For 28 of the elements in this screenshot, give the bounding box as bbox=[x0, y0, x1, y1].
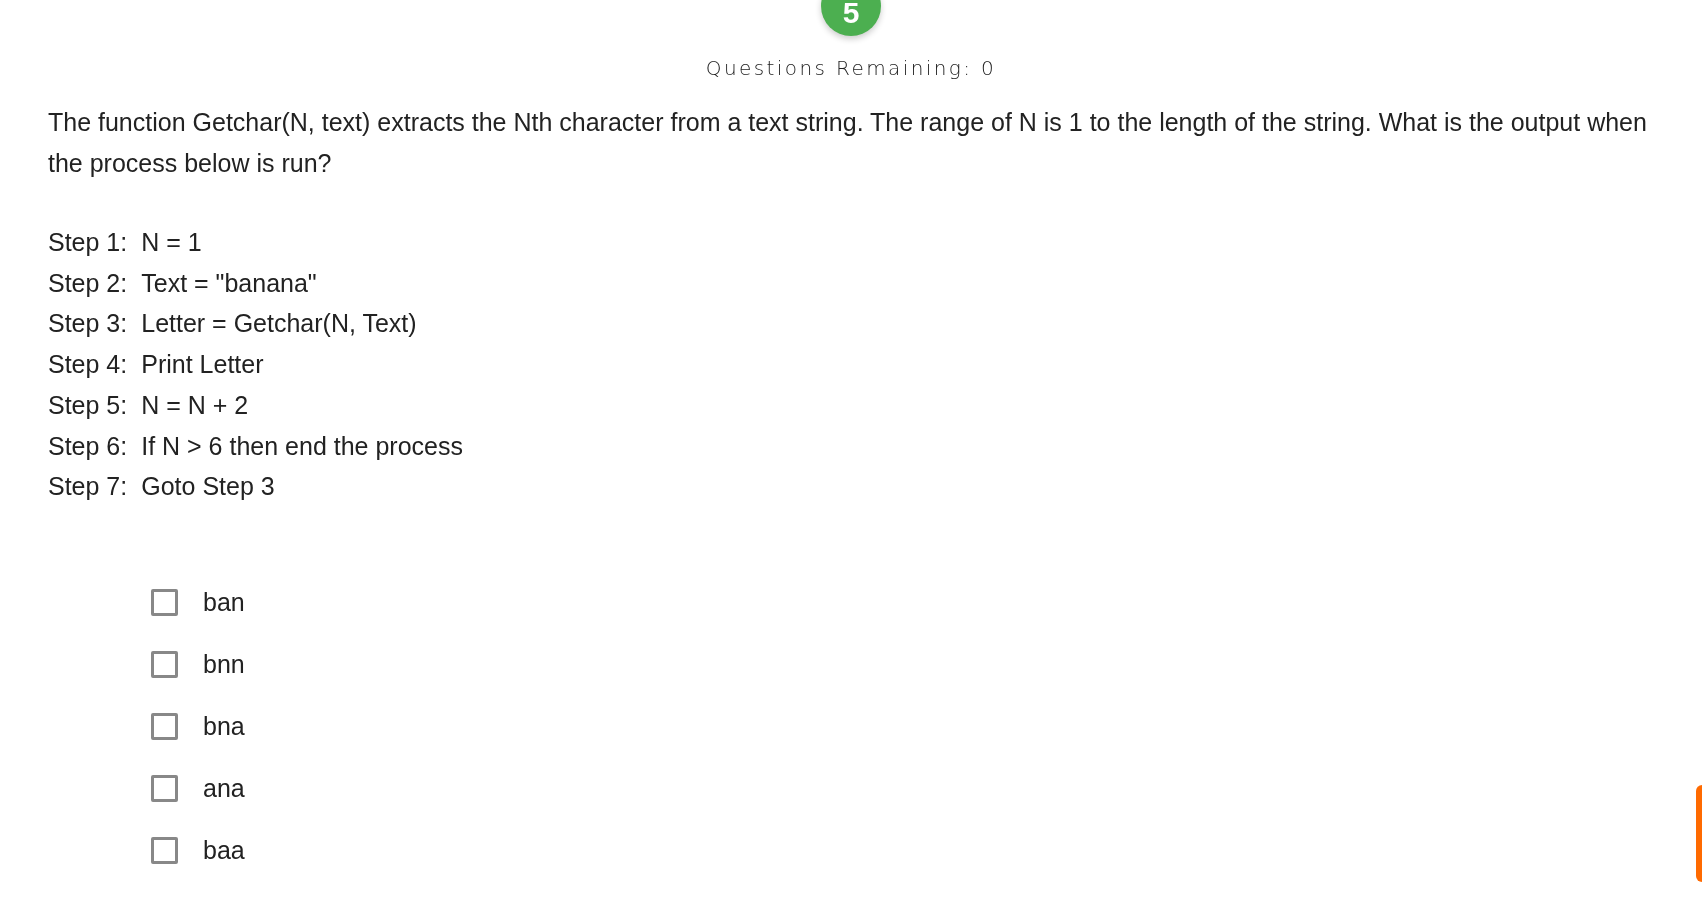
questions-remaining-text: Questions Remaining: 0 bbox=[705, 56, 997, 80]
option-checkbox[interactable] bbox=[151, 589, 178, 617]
step-label: Step 6: bbox=[48, 430, 128, 462]
step-label: Step 4: bbox=[48, 349, 128, 381]
option-label[interactable]: bna bbox=[203, 712, 245, 742]
option-label[interactable]: baa bbox=[203, 836, 245, 866]
option-checkbox[interactable] bbox=[151, 651, 178, 679]
question-number-badge: 5 bbox=[821, 0, 881, 36]
option-checkbox[interactable] bbox=[151, 775, 178, 803]
step-text: N = 1 bbox=[141, 227, 202, 258]
option-checkbox[interactable] bbox=[151, 837, 178, 865]
step-text: N = N + 2 bbox=[141, 389, 249, 421]
step-label: Step 1: bbox=[48, 227, 128, 258]
option-label[interactable]: ana bbox=[203, 774, 245, 804]
question-text: The function Getchar(N, text) extracts the Nth character from a text string. The range of N is 1 to the length of the string. What is the output when the process below is run? bbox=[48, 107, 1648, 179]
step-text: Text = "banana" bbox=[141, 267, 317, 299]
step-text: Print Letter bbox=[141, 349, 264, 381]
option-label[interactable]: ban bbox=[203, 588, 245, 618]
side-tab[interactable] bbox=[1696, 785, 1702, 882]
step-text: Goto Step 3 bbox=[141, 471, 275, 503]
step-label: Step 5: bbox=[48, 389, 128, 421]
option-label[interactable]: bnn bbox=[203, 650, 245, 680]
option-checkbox[interactable] bbox=[151, 713, 178, 741]
step-text: If N > 6 then end the process bbox=[141, 430, 463, 462]
step-label: Step 3: bbox=[48, 308, 128, 340]
step-text: Letter = Getchar(N, Text) bbox=[141, 308, 417, 340]
step-label: Step 2: bbox=[48, 267, 128, 299]
step-label: Step 7: bbox=[48, 471, 128, 503]
